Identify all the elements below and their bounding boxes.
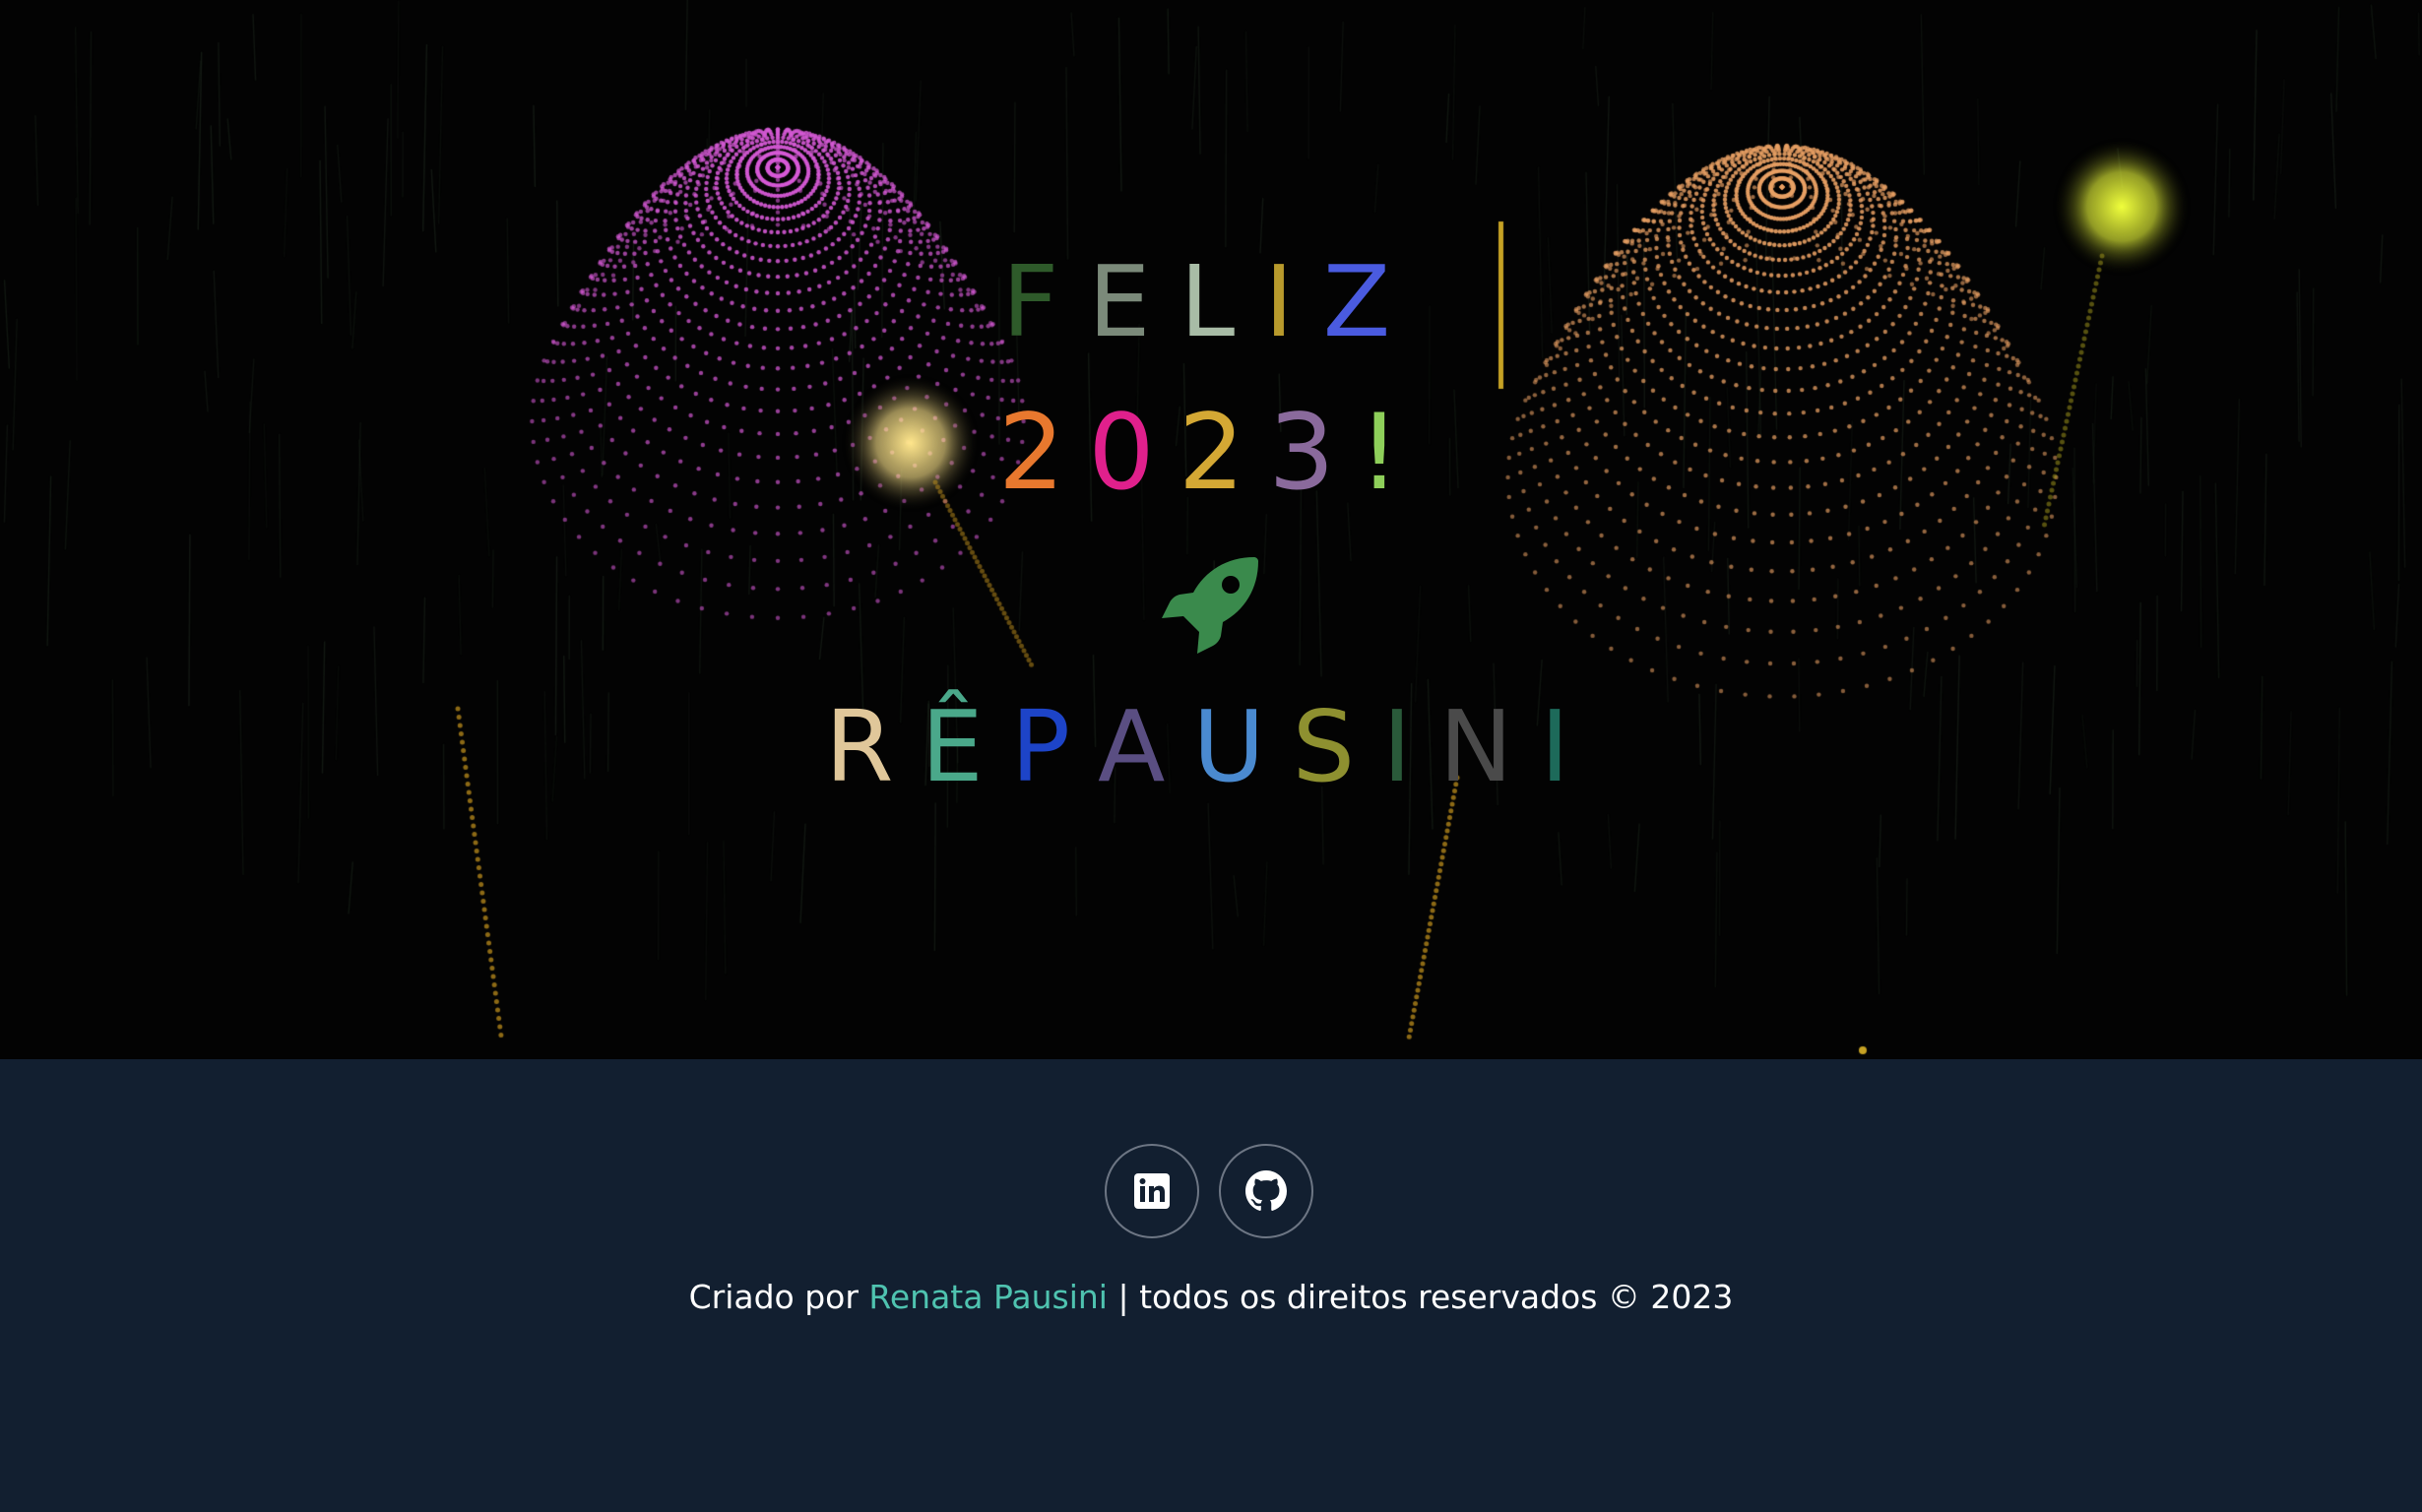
letter: I — [1264, 244, 1323, 359]
letter: F — [1001, 244, 1089, 359]
letter: ! — [1358, 392, 1425, 513]
author-link[interactable]: Renata Pausini — [868, 1278, 1108, 1316]
linkedin-icon — [1134, 1173, 1170, 1209]
fireworks-hero: FELIZ 2023! RÊPAUSINI — [0, 0, 2422, 1059]
greeting-line-feliz: FELIZ — [0, 244, 2422, 359]
letter: 2 — [1178, 392, 1269, 513]
credits-suffix: | todos os direitos reservados © 2023 — [1107, 1278, 1734, 1316]
greeting-line-year: 2023! — [0, 392, 2422, 513]
credits-text: Criado por Renata Pausini | todos os dir… — [0, 1278, 2422, 1316]
linkedin-button[interactable] — [1105, 1144, 1199, 1238]
rocket-icon — [1162, 557, 1258, 654]
fireworks-canvas — [0, 0, 2422, 1059]
github-icon — [1245, 1170, 1287, 1211]
letter: P — [1010, 689, 1099, 804]
letter: 3 — [1268, 392, 1359, 513]
letter: I — [1382, 689, 1439, 804]
letter: S — [1292, 689, 1383, 804]
letter: E — [1088, 244, 1180, 359]
letter: Z — [1322, 244, 1421, 359]
credits-prefix: Criado por — [688, 1278, 869, 1316]
letter: N — [1438, 689, 1541, 804]
letter: A — [1098, 689, 1193, 804]
letter: R — [825, 689, 922, 804]
letter: 2 — [997, 392, 1089, 513]
letter: 0 — [1088, 392, 1179, 513]
github-button[interactable] — [1219, 1144, 1313, 1238]
letter: I — [1540, 689, 1597, 804]
letter: U — [1192, 689, 1293, 804]
footer: Criado por Renata Pausini | todos os dir… — [0, 1059, 2422, 1512]
letter: L — [1179, 244, 1265, 359]
letter: Ê — [921, 689, 1011, 804]
signature-line: RÊPAUSINI — [0, 689, 2422, 804]
